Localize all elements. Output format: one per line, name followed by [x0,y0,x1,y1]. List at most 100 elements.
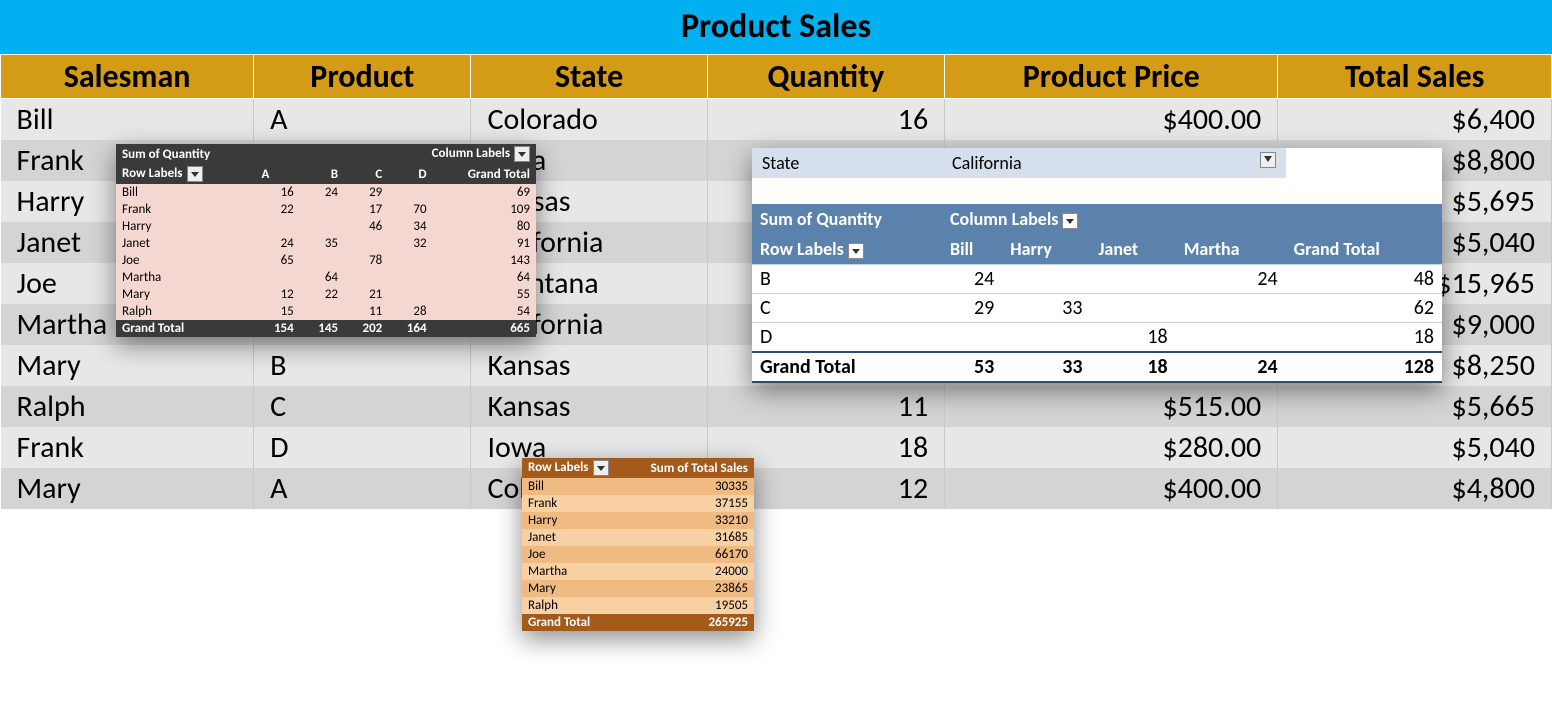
pivot-cell[interactable]: 91 [433,235,536,252]
dropdown-icon[interactable] [514,146,530,162]
pivot-cell[interactable]: 30335 [628,478,754,495]
pivot-cell[interactable]: 16 [255,184,299,201]
cell-salesman[interactable]: Mary [1,345,254,386]
pivot-row-label[interactable]: Joe [522,546,628,563]
pivot-cell[interactable]: 55 [433,286,536,303]
pivot-row[interactable]: D1818 [752,323,1442,353]
pivot-row[interactable]: Martha6464 [116,269,536,286]
pivot-cell[interactable] [1176,294,1286,323]
table-row[interactable]: RalphCKansas11$515.00$5,665 [1,386,1552,427]
cell-state[interactable]: Colorado [471,99,707,141]
pivot-row[interactable]: Mary12222155 [116,286,536,303]
col-state[interactable]: State [471,55,707,99]
pivot-cell[interactable] [388,184,432,201]
pivot-row-label[interactable]: B [752,265,942,294]
pivot-cell[interactable]: 18 [1090,323,1175,353]
pivot2-filter-value[interactable]: California [942,148,1286,178]
pivot-row-label[interactable]: Bill [522,478,628,495]
cell-total[interactable]: $6,400 [1278,99,1552,141]
cell-state[interactable]: Kansas [471,345,707,386]
pivot-row[interactable]: Bill162429 69 [116,184,536,201]
pivot-cell[interactable]: 35 [300,235,344,252]
pivot-cell[interactable]: 23865 [628,580,754,597]
cell-total[interactable]: $5,040 [1278,427,1552,468]
pivot-row-label[interactable]: Joe [116,252,255,269]
pivot-cell[interactable]: 32 [388,235,432,252]
pivot-cell[interactable]: 54 [433,303,536,320]
pivot-cell[interactable] [255,269,299,286]
pivot-cell[interactable]: 33 [1002,294,1090,323]
pivot-cell[interactable] [388,252,432,269]
cell-product[interactable]: A [254,99,471,141]
pivot-row[interactable]: Janet31685 [522,529,754,546]
pivot-cell[interactable]: 19505 [628,597,754,614]
pivot-row[interactable]: Frank221770109 [116,201,536,218]
pivot-cell[interactable] [388,269,432,286]
dropdown-icon[interactable] [593,460,609,476]
pivot2-col-janet[interactable]: Janet [1090,234,1175,265]
pivot-cell[interactable] [1090,294,1175,323]
pivot-cell[interactable]: 80 [433,218,536,235]
pivot-cell[interactable]: 18 [1286,323,1442,353]
pivot-row-label[interactable]: Bill [116,184,255,201]
pivot-row[interactable]: Ralph15 112854 [116,303,536,320]
dropdown-icon[interactable] [848,243,864,259]
pivot-row[interactable]: Joe6578143 [116,252,536,269]
pivot-row-label[interactable]: C [752,294,942,323]
pivot-row-label[interactable]: Harry [116,218,255,235]
pivot-cell[interactable]: 28 [388,303,432,320]
pivot-row-label[interactable]: Frank [116,201,255,218]
pivot-cell[interactable]: 17 [344,201,388,218]
pivot-row[interactable]: Martha24000 [522,563,754,580]
pivot-cell[interactable]: 24 [942,265,1002,294]
pivot2-row-labels[interactable]: Row Labels [752,234,942,265]
pivot3-row-labels[interactable]: Row Labels [522,458,628,478]
pivot-cell[interactable]: 12 [255,286,299,303]
pivot-cell[interactable]: 109 [433,201,536,218]
pivot-cell[interactable] [300,303,344,320]
pivot-row[interactable]: Harry33210 [522,512,754,529]
pivot-row[interactable]: Ralph19505 [522,597,754,614]
table-row[interactable]: FrankDIowa18$280.00$5,040 [1,427,1552,468]
pivot-row-label[interactable]: Ralph [116,303,255,320]
cell-total[interactable]: $5,665 [1278,386,1552,427]
pivot2-col-bill[interactable]: Bill [942,234,1002,265]
pivot-row-label[interactable]: Janet [116,235,255,252]
pivot1-col-labels[interactable]: Column Labels [255,144,536,164]
pivot-cell[interactable]: 24 [300,184,344,201]
pivot-row-label[interactable]: Martha [116,269,255,286]
pivot-cell[interactable]: 29 [344,184,388,201]
pivot-row-label[interactable]: Mary [522,580,628,597]
cell-quantity[interactable]: 16 [707,99,945,141]
cell-quantity[interactable]: 11 [707,386,945,427]
pivot-row[interactable]: C293362 [752,294,1442,323]
pivot-cell[interactable]: 22 [255,201,299,218]
pivot-cell[interactable] [300,252,344,269]
pivot-cell[interactable]: 69 [433,184,536,201]
pivot-cell[interactable]: 11 [344,303,388,320]
pivot-row[interactable]: Janet24353291 [116,235,536,252]
pivot-cell[interactable] [1090,265,1175,294]
pivot-cell[interactable] [300,201,344,218]
pivot-cell[interactable] [1176,323,1286,353]
pivot1-col-a[interactable]: A [255,164,299,184]
pivot-row-label[interactable]: Janet [522,529,628,546]
pivot-cell[interactable]: 29 [942,294,1002,323]
pivot1-col-b[interactable]: B [300,164,344,184]
col-quantity[interactable]: Quantity [707,55,945,99]
pivot2-col-labels[interactable]: Column Labels [942,204,1442,234]
pivot-cell[interactable]: 15 [255,303,299,320]
pivot1-row-labels[interactable]: Row Labels [116,164,255,184]
table-row[interactable]: MaryAColorado12$400.00$4,800 [1,468,1552,509]
col-product[interactable]: Product [254,55,471,99]
pivot-cell[interactable]: 78 [344,252,388,269]
cell-salesman[interactable]: Bill [1,99,254,141]
pivot-cell[interactable]: 48 [1286,265,1442,294]
pivot-cell[interactable]: 46 [344,218,388,235]
pivot-cell[interactable] [344,235,388,252]
pivot-cell[interactable]: 31685 [628,529,754,546]
pivot-row[interactable]: Joe66170 [522,546,754,563]
col-total-sales[interactable]: Total Sales [1278,55,1552,99]
pivot-cell[interactable]: 37155 [628,495,754,512]
cell-price[interactable]: $280.00 [945,427,1278,468]
